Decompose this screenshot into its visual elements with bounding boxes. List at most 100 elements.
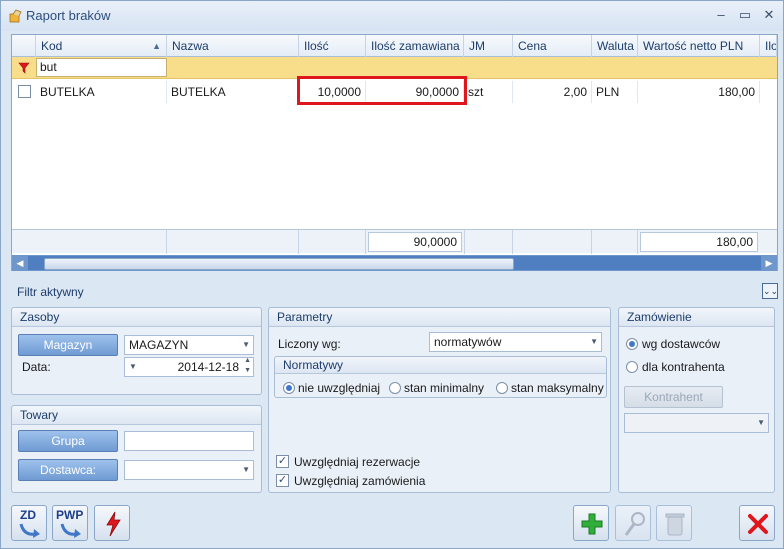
spinner-icon[interactable]: ▲ ▼ [244,356,251,376]
scroll-right-icon[interactable]: ▶ [761,255,777,271]
cell-kod: BUTELKA [36,81,167,103]
pwp-document-button[interactable]: PWP [52,505,88,541]
summary-cell [167,230,299,254]
delete-button[interactable] [656,505,692,541]
raport-brakow-window: Raport braków – ▭ ✕ Kod ▲ Nazwa Ilość Il… [0,0,784,549]
magazyn-button[interactable]: Magazyn [18,334,118,356]
magnifier-icon [624,512,645,536]
scroll-track[interactable] [28,256,761,270]
red-x-icon [748,514,768,534]
scroll-left-icon[interactable]: ◀ [12,255,28,271]
lightning-icon [106,511,121,537]
radio-wg-dostawcow-label: wg dostawców [642,337,721,351]
radio-dla-kontrahenta-label: dla kontrahenta [642,360,725,374]
summary-cell [12,230,167,254]
normatywy-title: Normatywy [275,357,606,374]
column-header-wartosc[interactable]: Wartość netto PLN [638,35,760,57]
date-value: 2014-12-18 [177,360,239,374]
cell-waluta: PLN [592,81,638,103]
curved-arrow-icon [19,523,40,538]
grupa-button[interactable]: Grupa [18,430,118,452]
zasoby-panel: Zasoby Magazyn MAGAZYN ▼ Data: ▼ 2014-12… [11,307,262,395]
zamowienie-panel: Zamówienie wg dostawców dla kontrahenta … [618,307,775,493]
filter-icon [18,62,30,74]
magazyn-value: MAGAZYN [129,338,189,352]
highlight-box [297,76,467,105]
title-bar: Raport braków – ▭ ✕ [1,1,783,31]
filter-active-label: Filtr aktywny [17,285,84,299]
row-checkbox[interactable] [18,85,31,98]
column-header-jm[interactable]: JM [464,35,513,57]
column-header-kod[interactable]: Kod ▲ [36,35,167,57]
radio-nie-uwzgledniaj[interactable] [283,382,295,394]
search-button[interactable] [615,505,651,541]
radio-nie-uwzgledniaj-label: nie uwzględniaj [298,381,381,395]
zamowienia-label: Uwzględniaj zamówienia [294,474,426,488]
magazyn-select[interactable]: MAGAZYN ▼ [124,335,254,355]
zd-document-button[interactable]: ZD [11,505,47,541]
kontrahent-select[interactable]: ▼ [624,413,769,433]
zamowienia-checkbox[interactable]: ✓ [276,474,289,487]
column-header-ilosc-zamawiana[interactable]: Ilość zamawiana [366,35,464,57]
grid-summary-row: 90,0000 180,00 [12,229,777,254]
header-select-column [12,35,36,57]
summary-cell [513,230,592,254]
date-field[interactable]: ▼ 2014-12-18 ▲ ▼ [124,357,254,377]
app-icon [9,9,22,23]
data-label: Data: [22,360,51,374]
summary-ilosc-zamawiana: 90,0000 [368,232,462,252]
column-header-ilosc[interactable]: Ilość [299,35,366,57]
close-button[interactable] [739,505,775,541]
cell-wartosc: 180,00 [638,81,760,103]
dostawca-select[interactable]: ▼ [124,460,254,480]
shortages-grid: Kod ▲ Nazwa Ilość Ilość zamawiana JM Cen… [11,34,778,271]
liczony-label: Liczony wg: [278,337,341,351]
trash-icon [665,513,685,536]
chevron-down-icon: ▼ [242,465,250,474]
radio-stan-maksymalny[interactable] [496,382,508,394]
maximize-button[interactable]: ▭ [735,6,755,24]
radio-dla-kontrahenta[interactable] [626,361,638,373]
liczony-select[interactable]: normatywów ▼ [429,332,602,352]
radio-stan-minimalny-label: stan minimalny [404,381,485,395]
filter-bar: Filtr aktywny ⌄⌄ [11,283,778,301]
grid-header: Kod ▲ Nazwa Ilość Ilość zamawiana JM Cen… [12,35,777,57]
curved-arrow-icon [60,523,81,538]
column-header-cena[interactable]: Cena [513,35,592,57]
chevron-down-icon: ▼ [757,418,765,427]
scroll-thumb[interactable] [44,258,514,270]
zasoby-title: Zasoby [12,308,261,327]
rezerwacje-label: Uwzględniaj rezerwacje [294,455,421,469]
rezerwacje-checkbox[interactable]: ✓ [276,455,289,468]
parametry-panel: Parametry Liczony wg: normatywów ▼ Norma… [268,307,611,493]
window-title: Raport braków [26,8,111,23]
radio-stan-minimalny[interactable] [389,382,401,394]
plus-icon [581,513,603,535]
parametry-title: Parametry [269,308,610,327]
collapse-filter-button[interactable]: ⌄⌄ [762,283,778,299]
normatywy-group: Normatywy nie uwzględniaj stan minimalny… [274,356,607,398]
cell-cena: 2,00 [513,81,592,103]
summary-cell [464,230,513,254]
dostawca-button[interactable]: Dostawca: [18,459,118,481]
calendar-dropdown-icon[interactable]: ▼ [129,358,137,376]
zamowienie-title: Zamówienie [619,308,774,327]
towary-title: Towary [12,406,261,425]
add-button[interactable] [573,505,609,541]
kod-filter-input[interactable]: but [36,58,167,77]
radio-stan-maksymalny-label: stan maksymalny [511,381,604,395]
column-header-ilo[interactable]: Ilo [760,35,777,57]
sort-asc-icon: ▲ [152,41,161,51]
column-header-waluta[interactable]: Waluta [592,35,638,57]
towary-panel: Towary Grupa Dostawca: ▼ [11,405,262,493]
close-window-button[interactable]: ✕ [759,6,779,24]
radio-wg-dostawcow[interactable] [626,338,638,350]
lightning-action-button[interactable] [94,505,130,541]
grupa-field[interactable] [124,431,254,451]
cell-jm: szt [464,81,513,103]
kontrahent-button[interactable]: Kontrahent [624,386,723,408]
horizontal-scrollbar[interactable]: ◀ ▶ [12,255,777,271]
column-header-nazwa[interactable]: Nazwa [167,35,299,57]
chevron-down-icon: ▼ [242,340,250,349]
minimize-button[interactable]: – [711,6,731,24]
